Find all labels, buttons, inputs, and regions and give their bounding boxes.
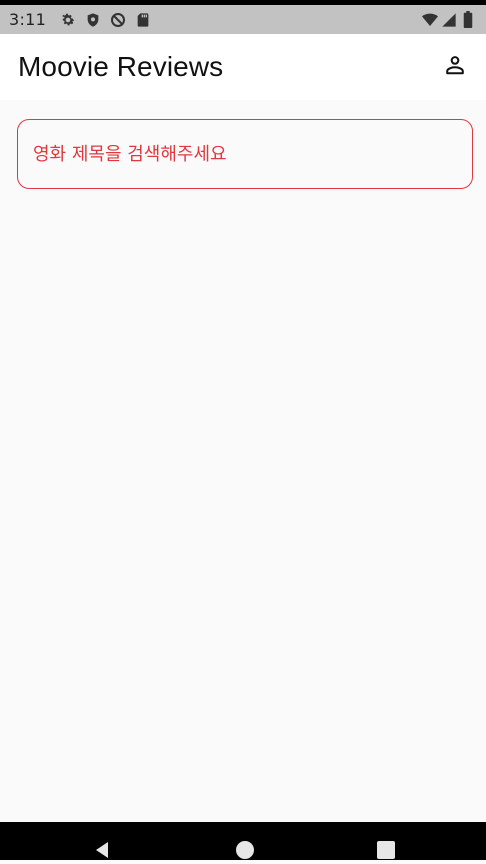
recents-button[interactable] — [374, 840, 398, 864]
search-input[interactable] — [33, 120, 472, 188]
do-not-disturb-icon — [110, 12, 126, 28]
navigation-bar — [0, 822, 486, 860]
search-field[interactable] — [17, 119, 473, 189]
home-icon — [235, 840, 255, 864]
back-button[interactable] — [90, 840, 114, 864]
recents-icon — [376, 840, 396, 864]
app-title: Moovie Reviews — [18, 51, 224, 82]
shield-icon — [85, 12, 101, 28]
profile-button[interactable] — [440, 52, 470, 82]
person-icon — [444, 54, 466, 80]
sd-card-icon — [135, 12, 151, 28]
status-time: 3:11 — [9, 10, 47, 29]
status-bar: 3:11 — [0, 5, 486, 34]
status-notification-icons — [60, 12, 151, 28]
gear-icon — [60, 12, 76, 28]
battery-icon — [460, 11, 476, 28]
wifi-icon — [422, 12, 438, 28]
back-icon — [92, 840, 112, 864]
app-bar: Moovie Reviews — [0, 34, 486, 100]
home-button[interactable] — [233, 840, 257, 864]
status-system-icons — [422, 11, 476, 28]
cell-signal-icon — [441, 12, 457, 28]
